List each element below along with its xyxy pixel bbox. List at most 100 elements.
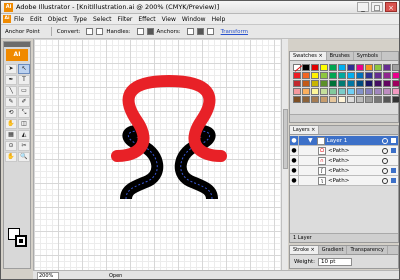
color-swatch[interactable] (383, 88, 391, 95)
color-swatch[interactable] (392, 80, 399, 87)
color-swatch[interactable] (293, 64, 301, 71)
color-swatch[interactable] (320, 72, 328, 79)
color-swatch[interactable] (329, 72, 337, 79)
path-target-icon[interactable] (382, 147, 388, 154)
visibility-eye-icon[interactable]: ● (290, 157, 298, 164)
color-swatch[interactable] (374, 96, 382, 103)
color-swatch[interactable] (356, 64, 364, 71)
color-swatch[interactable] (329, 88, 337, 95)
color-swatch[interactable] (329, 64, 337, 71)
color-swatch[interactable] (365, 64, 373, 71)
path-target-icon[interactable] (382, 177, 388, 184)
pencil-tool-icon[interactable]: ✐ (18, 97, 30, 107)
list-item[interactable]: ● Ω <Path> (290, 145, 398, 156)
tab-brushes[interactable]: Brushes (327, 52, 354, 60)
color-swatch[interactable] (374, 64, 382, 71)
menu-select[interactable]: Select (93, 16, 112, 23)
paintbrush-tool-icon[interactable]: ✎ (5, 97, 17, 107)
hand-tool-icon[interactable]: ✋ (5, 152, 17, 162)
tab-stroke[interactable]: Stroke × (290, 246, 319, 254)
menu-filter[interactable]: Filter (118, 16, 133, 23)
color-swatch[interactable] (374, 72, 382, 79)
menu-window[interactable]: Window (182, 16, 206, 23)
path-name[interactable]: <Path> (328, 158, 382, 164)
color-swatch[interactable] (347, 64, 355, 71)
close-button[interactable]: × (385, 2, 397, 12)
path-name[interactable]: <Path> (328, 168, 382, 174)
tab-gradient[interactable]: Gradient (319, 246, 348, 254)
layer-target-icon[interactable] (382, 137, 388, 144)
menu-object[interactable]: Object (48, 16, 68, 23)
color-swatch[interactable] (392, 64, 399, 71)
color-swatch[interactable] (293, 72, 301, 79)
color-swatch[interactable] (365, 88, 373, 95)
menu-type[interactable]: Type (73, 16, 87, 23)
lock-toggle[interactable] (298, 135, 306, 146)
cut-path-icon[interactable] (206, 28, 214, 35)
color-swatch[interactable] (365, 72, 373, 79)
lock-toggle[interactable] (298, 155, 306, 166)
color-swatch[interactable] (338, 80, 346, 87)
color-swatch[interactable] (365, 80, 373, 87)
color-swatch[interactable] (392, 72, 399, 79)
line-tool-icon[interactable]: ╲ (5, 86, 17, 96)
color-swatch[interactable] (383, 72, 391, 79)
color-swatch[interactable] (302, 64, 310, 71)
color-swatch[interactable] (392, 96, 399, 103)
connect-anchor-icon[interactable] (196, 28, 204, 35)
visibility-eye-icon[interactable]: ● (290, 137, 298, 144)
maximize-button[interactable]: □ (371, 2, 383, 12)
list-item[interactable]: ● ∩ <Path> (290, 155, 398, 166)
stroke-swatch[interactable] (15, 235, 27, 247)
minimize-button[interactable]: _ (357, 2, 369, 12)
transform-link[interactable]: Transform (221, 29, 248, 35)
tab-layers[interactable]: Layers × (290, 126, 320, 134)
color-swatch[interactable] (338, 88, 346, 95)
color-swatch[interactable] (338, 96, 346, 103)
color-swatch[interactable] (302, 80, 310, 87)
lock-toggle[interactable] (298, 165, 306, 176)
color-swatch[interactable] (329, 80, 337, 87)
tab-transparency[interactable]: Transparency (347, 246, 388, 254)
color-swatch[interactable] (293, 96, 301, 103)
tools-panel-grip[interactable] (4, 42, 30, 47)
stroke-weight-field[interactable]: 10 pt (318, 258, 353, 266)
scrollbar-thumb[interactable] (283, 109, 288, 169)
scissors-tool-icon[interactable]: ✂ (18, 141, 30, 151)
color-swatch[interactable] (302, 72, 310, 79)
color-swatch[interactable] (347, 80, 355, 87)
gradient-tool-icon[interactable]: ◭ (18, 130, 30, 140)
visibility-eye-icon[interactable]: ● (290, 147, 298, 154)
path-target-icon[interactable] (382, 167, 388, 174)
layer-name[interactable]: Layer 1 (327, 138, 382, 144)
blend-tool-icon[interactable]: ⊙ (5, 141, 17, 151)
color-swatch[interactable] (311, 64, 319, 71)
color-swatch[interactable] (392, 88, 399, 95)
direct-selection-tool-icon[interactable]: ↖ (18, 64, 30, 74)
zoom-field[interactable]: 200% (37, 271, 59, 279)
color-swatch[interactable] (293, 80, 301, 87)
color-swatch[interactable] (302, 96, 310, 103)
mesh-tool-icon[interactable]: ▦ (5, 130, 17, 140)
color-swatch[interactable] (338, 72, 346, 79)
color-swatch[interactable] (374, 88, 382, 95)
expand-arrow-icon[interactable]: ▼ (308, 137, 313, 144)
color-swatch[interactable] (365, 96, 373, 103)
list-item[interactable]: ● ʅ <Path> (290, 175, 398, 186)
lock-toggle[interactable] (298, 145, 306, 156)
color-swatch[interactable] (383, 80, 391, 87)
warp-tool-icon[interactable]: ✋ (5, 119, 17, 129)
color-swatch[interactable] (347, 88, 355, 95)
menu-file[interactable]: File (14, 16, 24, 23)
free-transform-tool-icon[interactable]: ◫ (18, 119, 30, 129)
color-swatch[interactable] (311, 96, 319, 103)
color-swatch[interactable] (347, 72, 355, 79)
title-bar[interactable]: Ai Adobe Illustrator - [KnitIllustration… (1, 1, 399, 14)
color-swatch[interactable] (374, 80, 382, 87)
zoom-tool-icon[interactable]: 🔍 (18, 152, 30, 162)
tab-swatches[interactable]: Swatches × (290, 52, 327, 60)
color-swatch[interactable] (356, 88, 364, 95)
color-swatch[interactable] (311, 88, 319, 95)
color-swatch[interactable] (356, 96, 364, 103)
layer-row[interactable]: ● ▼ Layer 1 (290, 135, 398, 146)
